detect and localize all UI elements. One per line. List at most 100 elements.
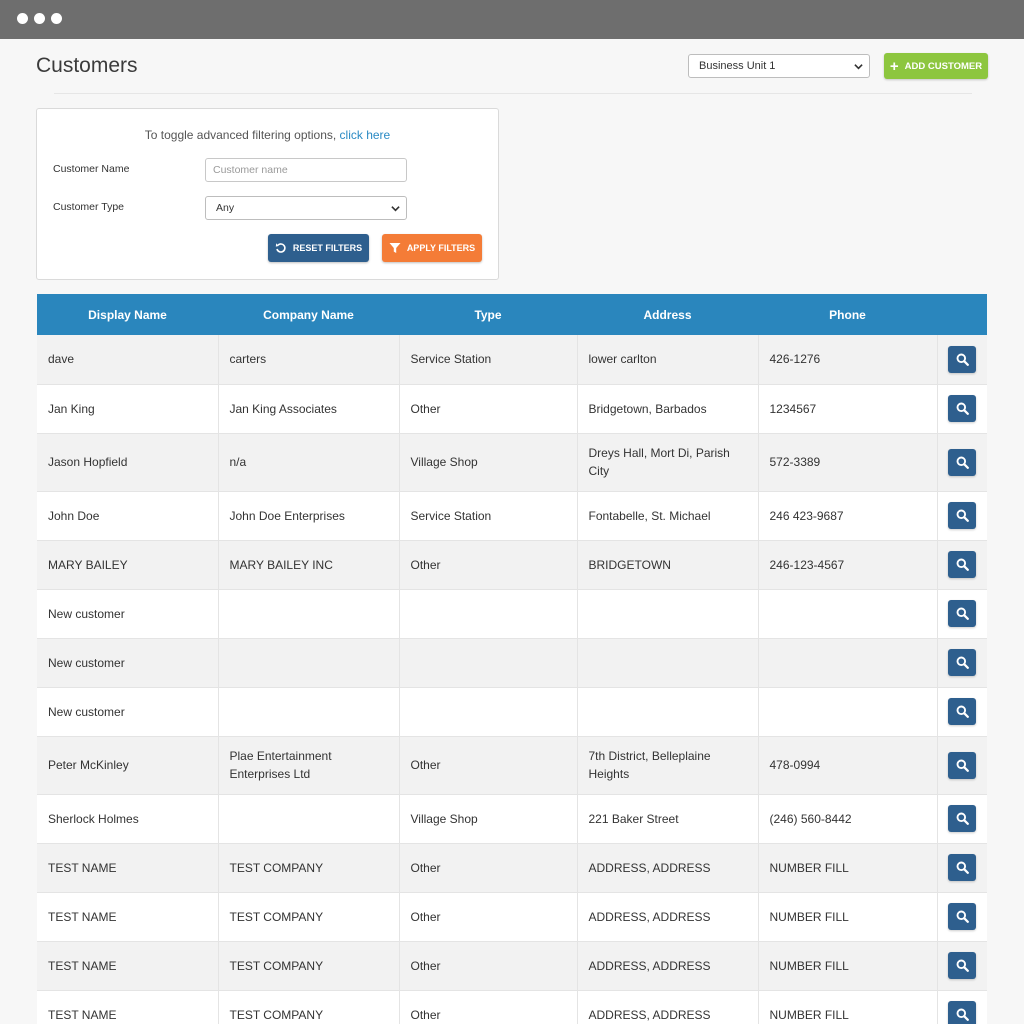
table-row[interactable]: New customer — [37, 589, 987, 639]
view-customer-button[interactable] — [948, 502, 977, 529]
undo-icon — [275, 243, 286, 253]
add-customer-label: ADD CUSTOMER — [904, 60, 983, 72]
table-row[interactable]: John Doe John Doe Enterprises Service Stat… — [37, 491, 987, 541]
cell-address — [577, 589, 759, 639]
cell-phone: (246) 560-8442 — [758, 794, 938, 844]
cell-display-name: Jan King — [37, 384, 219, 434]
cell-address: ADDRESS, ADDRESS — [577, 941, 759, 991]
page-title: Customers — [36, 54, 138, 77]
cell-actions — [937, 589, 987, 639]
cell-display-name: TEST NAME — [37, 941, 219, 991]
search-icon — [956, 705, 969, 718]
cell-address: Bridgetown, Barbados — [577, 384, 759, 434]
customer-name-input[interactable] — [205, 158, 407, 182]
window-title-bar — [0, 0, 1024, 39]
divider — [54, 93, 972, 94]
cell-display-name: Sherlock Holmes — [37, 794, 219, 844]
window-dot-icon — [17, 13, 28, 24]
search-icon — [956, 1008, 969, 1021]
view-customer-button[interactable] — [948, 698, 977, 725]
search-icon — [956, 759, 969, 772]
cell-address: Dreys Hall, Mort Di, Parish City — [577, 433, 759, 492]
view-customer-button[interactable] — [948, 1001, 977, 1024]
cell-display-name: TEST NAME — [37, 990, 219, 1024]
business-unit-select[interactable]: Business Unit 1 — [688, 54, 870, 78]
cell-actions — [937, 638, 987, 688]
cell-actions — [937, 941, 987, 991]
cell-company-name: MARY BAILEY INC — [218, 540, 400, 590]
cell-phone: 246-123-4567 — [758, 540, 938, 590]
apply-filters-button[interactable]: APPLY FILTERS — [382, 234, 482, 262]
cell-type: Service Station — [399, 491, 578, 541]
chevron-down-icon — [854, 64, 863, 70]
cell-phone — [758, 638, 938, 688]
table-row[interactable]: Sherlock Holmes Village Shop 221 Baker Str… — [37, 794, 987, 844]
view-customer-button[interactable] — [948, 600, 977, 627]
cell-type: Village Shop — [399, 433, 578, 492]
search-icon — [956, 558, 969, 571]
toggle-text: To toggle advanced filtering options, — [144, 128, 340, 142]
table-row[interactable]: MARY BAILEY MARY BAILEY INC Other BRIDGETOW… — [37, 540, 987, 590]
view-customer-button[interactable] — [948, 952, 977, 979]
view-customer-button[interactable] — [948, 345, 977, 373]
cell-phone: 478-0994 — [758, 736, 938, 795]
cell-company-name: TEST COMPANY — [218, 941, 400, 991]
cell-display-name: Jason Hopfield — [37, 433, 219, 492]
cell-company-name — [218, 687, 400, 737]
view-customer-button[interactable] — [948, 649, 977, 676]
table-row[interactable]: TEST NAME TEST COMPANY Other ADDRESS, ADDRE… — [37, 990, 987, 1024]
business-unit-value: Business Unit 1 — [699, 60, 776, 72]
table-row[interactable]: New customer — [37, 687, 987, 737]
view-customer-button[interactable] — [948, 805, 977, 832]
reset-filters-button[interactable]: RESET FILTERS — [268, 234, 369, 262]
cell-address: 7th District, Belleplaine Heights — [577, 736, 759, 795]
search-icon — [956, 959, 969, 972]
column-header-company-name[interactable]: Company Name — [218, 294, 399, 335]
table-row[interactable]: Jan King Jan King Associates Other Bridgeto… — [37, 384, 987, 434]
cell-actions — [937, 540, 987, 590]
search-icon — [956, 656, 969, 669]
column-header-phone[interactable]: Phone — [758, 294, 937, 335]
table-row[interactable]: TEST NAME TEST COMPANY Other ADDRESS, ADDRE… — [37, 941, 987, 991]
cell-address: Fontabelle, St. Michael — [577, 491, 759, 541]
view-customer-button[interactable] — [948, 551, 977, 578]
cell-type: Village Shop — [399, 794, 578, 844]
customer-type-label: Customer Type — [53, 201, 125, 213]
reset-filters-label: RESET FILTERS — [292, 243, 363, 253]
chevron-down-icon — [391, 206, 400, 212]
advanced-filter-link[interactable]: click here — [340, 128, 391, 142]
customer-type-select[interactable]: Any — [205, 196, 407, 220]
cell-type — [399, 638, 578, 688]
table-row[interactable]: Peter McKinley Plae Entertainment Enterpr… — [37, 736, 987, 795]
column-header-type[interactable]: Type — [399, 294, 577, 335]
column-header-display-name[interactable]: Display Name — [37, 294, 218, 335]
cell-actions — [937, 794, 987, 844]
table-row[interactable]: dave carters Service Station lower carlton 4… — [37, 335, 987, 385]
filter-icon — [389, 243, 401, 253]
cell-type — [399, 687, 578, 737]
cell-type — [399, 589, 578, 639]
cell-address: ADDRESS, ADDRESS — [577, 892, 759, 942]
cell-company-name — [218, 794, 400, 844]
filter-panel: To toggle advanced filtering options, cl… — [36, 108, 499, 280]
cell-company-name: TEST COMPANY — [218, 843, 400, 893]
cell-address: 221 Baker Street — [577, 794, 759, 844]
cell-company-name: TEST COMPANY — [218, 990, 400, 1024]
view-customer-button[interactable] — [948, 448, 977, 476]
cell-company-name — [218, 589, 400, 639]
table-row[interactable]: Jason Hopfield n/a Village Shop Dreys Hall,… — [37, 433, 987, 492]
view-customer-button[interactable] — [948, 395, 977, 422]
view-customer-button[interactable] — [948, 751, 977, 779]
cell-display-name: Peter McKinley — [37, 736, 219, 795]
add-customer-button[interactable]: + ADD CUSTOMER — [884, 53, 988, 79]
table-row[interactable]: New customer — [37, 638, 987, 688]
table-row[interactable]: TEST NAME TEST COMPANY Other ADDRESS, ADDRE… — [37, 843, 987, 893]
view-customer-button[interactable] — [948, 854, 977, 881]
search-icon — [956, 607, 969, 620]
column-header-address[interactable]: Address — [577, 294, 758, 335]
table-row[interactable]: TEST NAME TEST COMPANY Other ADDRESS, ADDRE… — [37, 892, 987, 942]
customer-name-label: Customer Name — [53, 163, 130, 175]
cell-display-name: TEST NAME — [37, 892, 219, 942]
view-customer-button[interactable] — [948, 903, 977, 930]
search-icon — [956, 861, 969, 874]
